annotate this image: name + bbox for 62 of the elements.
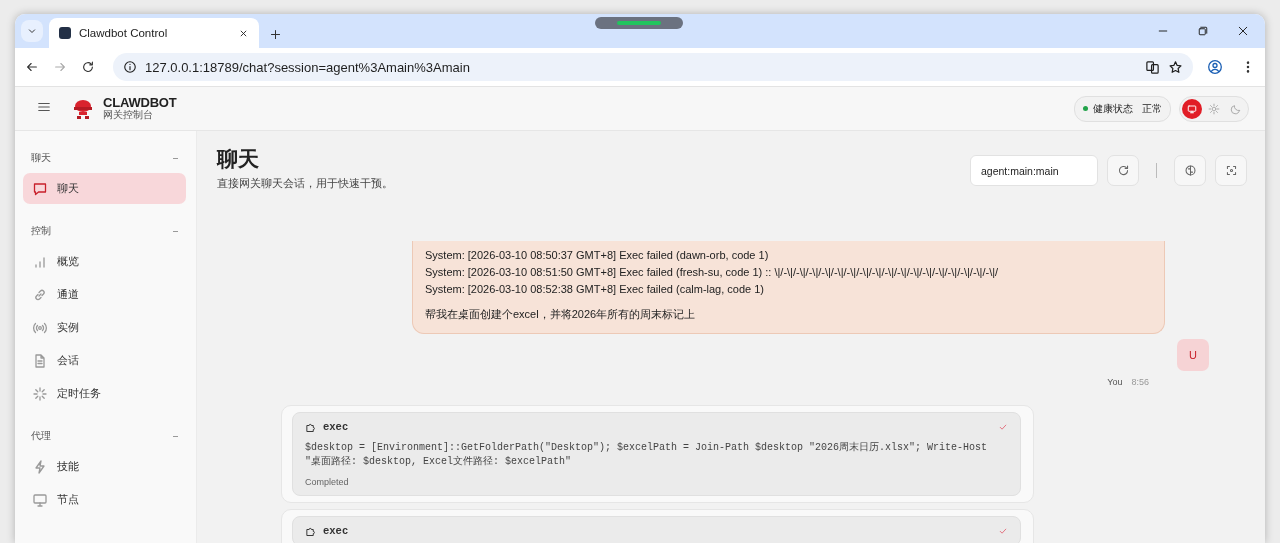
robot-logo-icon xyxy=(71,97,95,120)
session-field[interactable]: agent:main:main xyxy=(970,155,1098,186)
profile-icon xyxy=(1207,59,1223,75)
tool-name: exec xyxy=(323,525,350,537)
user-avatar: U xyxy=(1177,339,1209,371)
brand-name: CLAWDBOT xyxy=(103,96,177,111)
translate-icon xyxy=(1145,59,1160,75)
message-time: 8:56 xyxy=(1131,377,1149,387)
browser-tab[interactable]: Clawdbot Control xyxy=(49,18,259,48)
plus-icon xyxy=(269,28,282,41)
monitor-icon xyxy=(32,491,48,508)
favicon-icon xyxy=(59,27,71,39)
nav-item[interactable]: 节点 xyxy=(23,484,186,515)
tab-search-button[interactable] xyxy=(21,20,43,42)
moon-icon xyxy=(1230,102,1242,115)
forward-arrow-icon xyxy=(53,60,67,74)
health-label: 健康状态 xyxy=(1093,101,1133,116)
refresh-icon xyxy=(1116,164,1130,177)
focus-icon xyxy=(1224,164,1238,177)
star-icon xyxy=(1168,59,1183,75)
nav-item[interactable]: 定时任务 xyxy=(23,378,186,409)
brand-subtitle: 网关控制台 xyxy=(103,110,154,121)
page-subtitle: 直接网关聊天会话，用于快速干预。 xyxy=(217,177,394,191)
tool-name: exec xyxy=(323,421,350,433)
address-bar[interactable]: 127.0.0.1:18789/chat?session=agent%3Amain%3Amain xyxy=(113,53,1193,81)
restore-icon xyxy=(1197,25,1209,37)
chat-bubble-icon xyxy=(32,180,48,197)
command-text: $desktop = [Environment]::GetFolderPath("Desktop"); $excelPath = Join-Path $desktop "2026周末日历.xlsx"; Write-Host "桌面路径: $desktop, Excel文件路径: $excelPath" xyxy=(305,441,989,469)
nav-group-title: 代理 xyxy=(31,429,51,443)
monitor-icon xyxy=(1186,102,1198,115)
check-icon xyxy=(998,422,1008,432)
refresh-button[interactable] xyxy=(1107,155,1139,186)
close-icon xyxy=(1237,25,1249,37)
status-dot-icon xyxy=(1083,106,1088,111)
brain-button[interactable] xyxy=(1174,155,1206,186)
theme-option[interactable] xyxy=(1182,98,1202,119)
message-text: 帮我在桌面创建个excel，并将2026年所有的周末标记上 xyxy=(425,307,697,322)
reload-icon xyxy=(81,60,95,74)
loader-icon xyxy=(32,385,48,402)
nav-group-title: 聊天 xyxy=(31,151,51,165)
system-log-line: System: [2026-03-10 08:52:38 GMT+8] Exec failed (calm-lag, code 1) xyxy=(425,282,766,297)
message-author: You xyxy=(1107,377,1123,387)
nav-item[interactable]: 实例 xyxy=(23,312,186,343)
page-title: 聊天 xyxy=(217,146,260,172)
nav-item[interactable]: 聊天 xyxy=(23,173,186,204)
sun-icon xyxy=(1208,102,1220,115)
nav-item[interactable]: 会话 xyxy=(23,345,186,376)
check-icon xyxy=(998,526,1008,536)
back-arrow-icon xyxy=(25,60,39,74)
tool-status: Completed xyxy=(305,477,350,487)
nav-item[interactable]: 技能 xyxy=(23,451,186,482)
tab-title: Clawdbot Control xyxy=(79,27,169,39)
system-log-line: System: [2026-03-10 08:50:37 GMT+8] Exec failed (dawn-orb, code 1) xyxy=(425,248,770,263)
nav-group-title: 控制 xyxy=(31,224,51,238)
document-icon xyxy=(32,352,48,369)
health-value: 正常 xyxy=(1142,101,1162,116)
info-icon xyxy=(123,60,137,74)
nav-item[interactable]: 通道 xyxy=(23,279,186,310)
url-text: 127.0.0.1:18789/chat?session=agent%3Amain%3Amain xyxy=(145,59,471,75)
nav-item[interactable]: 概览 xyxy=(23,246,186,277)
system-log-line: System: [2026-03-10 08:51:50 GMT+8] Exec failed (fresh-su, code 1) :: \|/-\|/-\|/-\|/-\|/-\|/-\|/-\|/-\|/-\|/-\|/-\|/-\|/-\|/-\|/-\|/-\|/-\|/ xyxy=(425,265,1000,280)
focus-button[interactable] xyxy=(1215,155,1247,186)
